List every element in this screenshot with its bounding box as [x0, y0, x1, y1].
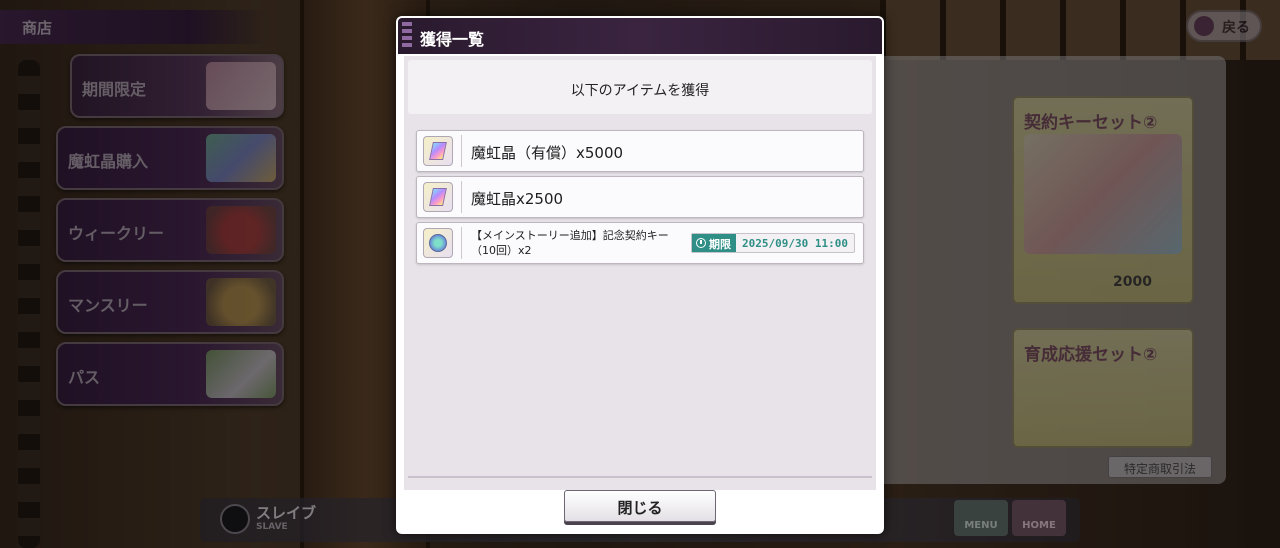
list-item: 魔虹晶x2500: [416, 176, 864, 218]
clock-icon: [696, 238, 707, 248]
rainbow-crystal-icon: [423, 182, 453, 212]
rainbow-crystal-icon: [423, 136, 453, 166]
dialog-header: 獲得一覧: [398, 18, 882, 54]
dialog-title: 獲得一覧: [420, 30, 485, 49]
list-item: 【メインストーリー追加】記念契約キー（10回）x2 期限 2025/09/30 …: [416, 222, 864, 264]
divider: [461, 181, 462, 213]
item-name: 魔虹晶（有償）x5000: [471, 144, 624, 162]
dialog-body: 以下のアイテムを獲得 魔虹晶（有償）x5000 魔虹晶x2500 【メインストー…: [404, 56, 876, 490]
divider: [461, 227, 462, 259]
acquired-items-dialog: 獲得一覧 以下のアイテムを獲得 魔虹晶（有償）x5000 魔虹晶x2500 【メ…: [396, 16, 884, 534]
close-button[interactable]: 閉じる: [564, 490, 716, 522]
expiry-label: 期限: [709, 238, 732, 251]
contract-key-icon: [423, 228, 453, 258]
item-name: 魔虹晶x2500: [471, 190, 564, 208]
expiry-info: 期限 2025/09/30 11:00: [691, 233, 855, 253]
expiry-date: 2025/09/30 11:00: [742, 236, 848, 250]
acquired-item-list: 魔虹晶（有償）x5000 魔虹晶x2500 【メインストーリー追加】記念契約キー…: [416, 130, 864, 268]
divider: [408, 476, 872, 478]
list-item: 魔虹晶（有償）x5000: [416, 130, 864, 172]
item-name: 【メインストーリー追加】記念契約キー（10回）x2: [471, 229, 669, 257]
dialog-subtitle: 以下のアイテムを獲得: [408, 60, 872, 114]
divider: [461, 135, 462, 167]
expiry-badge: 期限: [692, 234, 737, 252]
chain-icon: [402, 22, 412, 50]
